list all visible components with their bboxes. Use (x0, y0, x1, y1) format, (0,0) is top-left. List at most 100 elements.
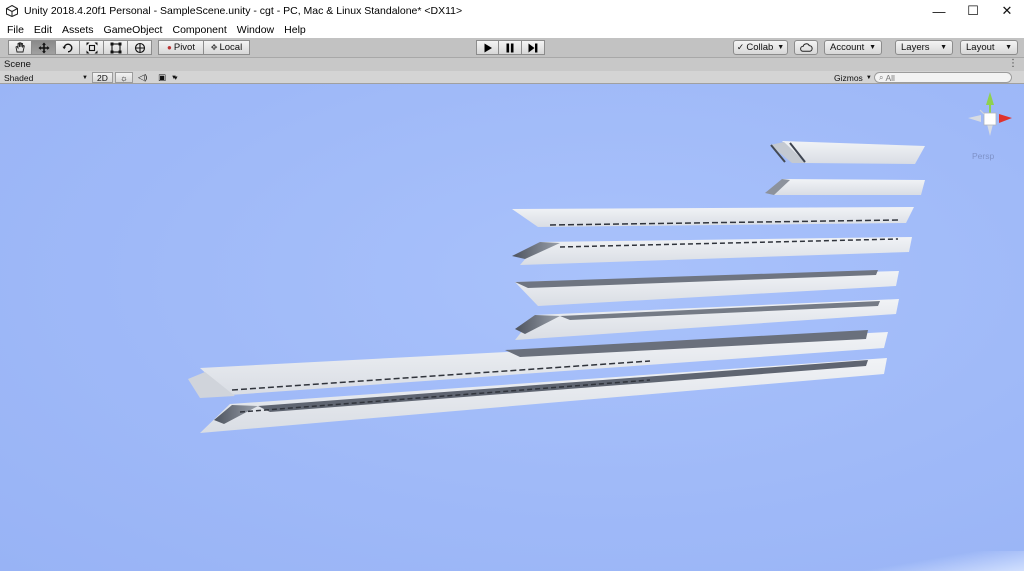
move-icon (38, 42, 49, 53)
scene-search-input[interactable]: ⌕ All (874, 72, 1012, 83)
hand-icon (15, 42, 25, 53)
window-controls: — ☐ ✕ (922, 0, 1024, 22)
move-tool-button[interactable] (32, 40, 56, 55)
search-icon: ⌕ (879, 72, 884, 82)
shading-mode-dropdown[interactable]: Shaded ▼ (4, 72, 88, 83)
pivot-label: Pivot (173, 42, 195, 53)
menu-file[interactable]: File (2, 24, 29, 36)
maximize-button[interactable]: ☐ (956, 0, 990, 22)
window-titlebar: Unity 2018.4.20f1 Personal - SampleScene… (0, 0, 1024, 22)
collab-label: Collab (746, 42, 774, 53)
orientation-gizmo[interactable] (968, 92, 1012, 136)
menu-gameobject[interactable]: GameObject (99, 24, 168, 36)
local-label: Local (219, 42, 243, 53)
gizmo-y-axis[interactable] (986, 92, 994, 105)
search-placeholder: All (885, 72, 895, 83)
window-title: Unity 2018.4.20f1 Personal - SampleScene… (24, 5, 463, 17)
gizmo-x-axis[interactable] (999, 114, 1012, 123)
lighting-toggle[interactable]: ☼ (115, 72, 133, 83)
chevron-down-icon: ▼ (777, 44, 785, 51)
layout-label: Layout (966, 42, 995, 53)
pivot-button[interactable]: ● Pivot (158, 40, 204, 55)
hand-tool-button[interactable] (8, 40, 32, 55)
scene-visibility-button[interactable]: ▾ (170, 72, 182, 83)
mode-2d-label: 2D (92, 72, 113, 83)
chevron-down-icon: ▼ (940, 44, 947, 51)
plank-3[interactable] (512, 207, 914, 227)
gizmos-dropdown[interactable]: Gizmos ▼ (834, 72, 872, 83)
mode-2d-toggle[interactable]: 2D (92, 72, 113, 83)
plank-4[interactable] (512, 237, 912, 265)
account-group: Account ▼ (824, 40, 882, 55)
transform-icon (134, 42, 145, 53)
chevron-down-icon: ▼ (865, 74, 872, 81)
sun-icon: ☼ (115, 72, 133, 83)
cloud-group (794, 40, 818, 55)
projection-label[interactable]: Persp (972, 151, 994, 161)
minimize-button[interactable]: — (922, 0, 956, 22)
layout-group: Layout ▼ (960, 40, 1018, 55)
tab-scene[interactable]: Scene (4, 59, 31, 70)
plank-2[interactable] (765, 179, 925, 195)
transform-tool-button[interactable] (128, 40, 152, 55)
unity-logo-icon (6, 5, 18, 17)
gizmo-neg-x-axis[interactable] (968, 115, 981, 122)
menu-window[interactable]: Window (232, 24, 279, 36)
close-button[interactable]: ✕ (990, 0, 1024, 22)
chevron-down-icon: ▼ (1005, 44, 1012, 51)
collab-check-icon: ✓ (736, 42, 745, 52)
account-dropdown[interactable]: Account ▼ (824, 40, 882, 55)
scene-control-bar: Shaded ▼ 2D ☼ ◁) ▣ ▼ ▾ Gizmos ▼ ⌕ All (0, 71, 1024, 84)
rect-icon (110, 42, 121, 53)
menu-help[interactable]: Help (279, 24, 311, 36)
scale-tool-button[interactable] (80, 40, 104, 55)
plank-5[interactable] (515, 270, 899, 306)
image-icon: ▣ (158, 72, 167, 82)
chevron-down-icon: ▼ (82, 74, 88, 81)
account-label: Account (830, 42, 865, 53)
pivot-toggle-group: ● Pivot ✥ Local (158, 40, 250, 55)
layers-icon: ▾ (174, 74, 178, 82)
horizon-glow (864, 551, 1024, 571)
cloud-services-button[interactable] (794, 40, 818, 55)
pause-icon (506, 43, 514, 52)
gizmo-center[interactable] (983, 112, 997, 126)
audio-toggle[interactable]: ◁) (134, 72, 151, 83)
menu-assets[interactable]: Assets (57, 24, 99, 36)
playback-controls (476, 40, 545, 55)
gizmos-label: Gizmos (834, 72, 863, 83)
chevron-down-icon: ▼ (869, 44, 876, 51)
play-button[interactable] (476, 40, 499, 55)
main-toolbar: ● Pivot ✥ Local ✓ Collab ▼ Account ▼ Lay… (0, 38, 1024, 58)
step-button[interactable] (522, 40, 545, 55)
menu-edit[interactable]: Edit (29, 24, 57, 36)
scale-icon (86, 42, 97, 53)
local-icon: ✥ (210, 43, 218, 52)
rect-tool-button[interactable] (104, 40, 128, 55)
rotate-icon (62, 43, 72, 52)
layers-dropdown[interactable]: Layers ▼ (895, 40, 953, 55)
shading-mode-label: Shaded (4, 72, 34, 83)
collab-button[interactable]: ✓ Collab ▼ (733, 40, 788, 55)
tab-menu-icon[interactable]: ⋮ (1008, 58, 1018, 69)
step-icon (528, 43, 538, 52)
scene-geometry (188, 92, 1012, 433)
speaker-icon: ◁) (138, 72, 148, 82)
scene-viewport[interactable]: Persp (0, 84, 1024, 571)
menu-bar: File Edit Assets GameObject Component Wi… (0, 22, 1024, 38)
pivot-icon: ● (167, 43, 172, 52)
cloud-icon (799, 43, 813, 52)
rotate-tool-button[interactable] (56, 40, 80, 55)
transform-tools (8, 40, 152, 55)
pause-button[interactable] (499, 40, 522, 55)
gizmo-neg-y-axis[interactable] (987, 124, 993, 136)
layers-label: Layers (901, 42, 930, 53)
play-icon (484, 43, 492, 52)
layout-dropdown[interactable]: Layout ▼ (960, 40, 1018, 55)
local-button[interactable]: ✥ Local (204, 40, 250, 55)
menu-component[interactable]: Component (167, 24, 231, 36)
plank-1[interactable] (770, 141, 925, 164)
collab-group: ✓ Collab ▼ (733, 40, 788, 55)
scene-tab-header: Scene ⋮ (0, 58, 1024, 71)
layers-group: Layers ▼ (895, 40, 953, 55)
